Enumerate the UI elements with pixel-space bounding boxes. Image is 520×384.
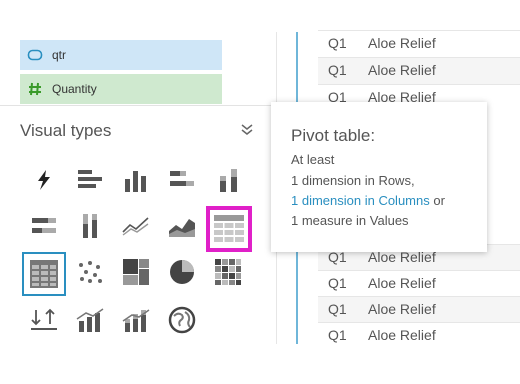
qtr-cell: Q1: [328, 35, 347, 51]
tooltip-requirement-rows: 1 dimension in Rows,: [291, 173, 415, 188]
tooltip-requirement-columns-line: 1 dimension in Columns or: [291, 193, 445, 208]
product-cell: Aloe Relief: [368, 301, 436, 317]
vertical-bar-icon[interactable]: [116, 160, 156, 200]
qtr-cell: Q1: [328, 62, 347, 78]
qtr-cell: Q1: [328, 301, 347, 317]
tree-map-icon[interactable]: [116, 252, 156, 292]
product-cell: Aloe Relief: [368, 327, 436, 343]
table-icon[interactable]: [22, 252, 66, 296]
kpi-icon[interactable]: [24, 300, 64, 340]
product-cell: Aloe Relief: [368, 35, 436, 51]
dimension-tag-icon: [20, 49, 50, 61]
visual-type-tooltip: Pivot table: At least 1 dimension in Row…: [271, 102, 487, 252]
horizontal-bar-icon[interactable]: [70, 160, 110, 200]
pivot-table-icon[interactable]: [206, 206, 252, 252]
visual-types-title: Visual types: [20, 121, 112, 140]
panel-divider: [0, 105, 278, 106]
heat-map-icon[interactable]: [208, 252, 248, 292]
table-row: Q1 Aloe Relief: [318, 270, 520, 297]
table-row: Q1 Aloe Relief: [318, 296, 520, 323]
tooltip-requirement-columns: 1 dimension in Columns: [291, 193, 430, 208]
table-row: Q1 Aloe Relief: [318, 322, 520, 349]
stacked-horizontal-bar-icon[interactable]: [162, 160, 202, 200]
product-cell: Aloe Relief: [368, 62, 436, 78]
lightning-icon[interactable]: [24, 160, 64, 200]
measure-field-label: Quantity: [52, 82, 97, 96]
tooltip-or-text: or: [429, 193, 445, 208]
dimension-field-qtr[interactable]: qtr: [20, 40, 222, 70]
qtr-cell: Q1: [328, 275, 347, 291]
tooltip-requirement-values: 1 measure in Values: [291, 213, 409, 228]
qtr-cell: Q1: [328, 327, 347, 343]
hash-icon: [20, 81, 50, 97]
table-row: Q1 Aloe Relief: [318, 30, 520, 57]
hundred-percent-horizontal-bar-icon[interactable]: [24, 206, 64, 246]
hundred-percent-vertical-bar-icon[interactable]: [70, 206, 110, 246]
line-chart-icon[interactable]: [116, 206, 156, 246]
combo-stacked-line-icon[interactable]: [116, 300, 156, 340]
pie-chart-icon[interactable]: [162, 252, 202, 292]
tooltip-requirement-intro: At least: [291, 152, 335, 167]
scatter-plot-icon[interactable]: [70, 252, 110, 292]
measure-field-quantity[interactable]: Quantity: [20, 74, 222, 104]
tooltip-title: Pivot table:: [291, 126, 376, 145]
dimension-field-label: qtr: [52, 48, 67, 62]
table-row: Q1 Aloe Relief: [318, 57, 520, 84]
area-chart-icon[interactable]: [162, 206, 202, 246]
collapse-chevron-icon[interactable]: [240, 122, 254, 136]
product-cell: Aloe Relief: [368, 275, 436, 291]
stacked-vertical-bar-icon[interactable]: [208, 160, 248, 200]
combo-bar-line-icon[interactable]: [70, 300, 110, 340]
geo-map-icon[interactable]: [162, 300, 202, 340]
